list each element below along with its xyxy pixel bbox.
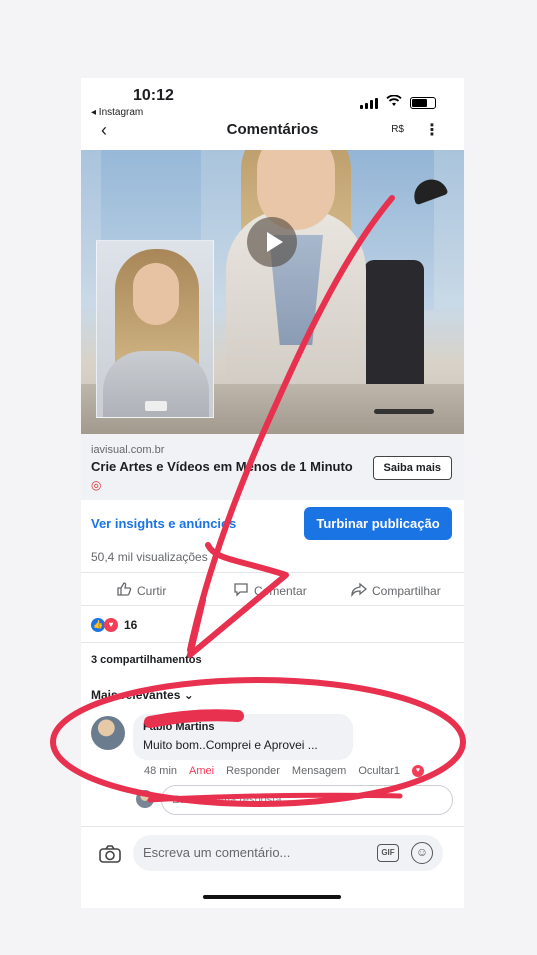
pen-shape [374, 409, 434, 414]
comment-composer: Escreva um comentário... GIF ☺ [81, 826, 464, 886]
sort-dropdown[interactable]: Mais relevantes ⌄ [91, 688, 194, 702]
commenter-avatar[interactable] [91, 716, 125, 750]
header: ‹ Comentários R$ ⋮ [81, 118, 464, 148]
reply-avatar [136, 790, 154, 808]
status-bar: 10:12 ◂ Instagram [81, 78, 464, 118]
reaction-count: 16 [124, 618, 138, 632]
ad-headline: Crie Artes e Vídeos em Menos de 1 Minuto [91, 459, 353, 474]
love-reaction-icon: ♥ [104, 618, 118, 632]
status-icons [360, 94, 436, 112]
post-actions: Curtir Comentar Compartilhar [81, 572, 464, 606]
gif-button[interactable]: GIF [377, 844, 399, 862]
share-label: Compartilhar [372, 583, 441, 598]
divider [81, 642, 464, 643]
comment-icon [233, 581, 249, 600]
currency-icon[interactable]: R$ [391, 124, 404, 135]
battery-icon [410, 97, 436, 109]
like-reaction-icon: 👍 [91, 618, 105, 632]
comment-label: Comentar [254, 583, 307, 598]
insights-link[interactable]: Ver insights e anúncios [91, 516, 236, 531]
page-title: Comentários [226, 121, 319, 138]
sort-label: Mais relevantes [91, 688, 181, 702]
camera-icon[interactable] [99, 845, 121, 868]
ad-link-card[interactable]: iavisual.com.br Crie Artes e Vídeos em M… [81, 434, 464, 500]
shares-count[interactable]: 3 compartilhamentos [91, 654, 202, 666]
share-icon [351, 581, 368, 600]
portrait-photo [96, 240, 214, 418]
comment-reaction-count: 1 [393, 765, 400, 777]
share-button[interactable]: Compartilhar [351, 581, 441, 600]
target-icon: ◎ [91, 478, 102, 492]
comment-message-button[interactable]: Mensagem [292, 765, 346, 777]
like-label: Curtir [137, 583, 167, 598]
comment-time: 48 min [144, 765, 178, 777]
comment-bubble[interactable]: Fabio Martins Muito bom..Comprei e Aprov… [133, 714, 353, 760]
comment-text: Muito bom..Comprei e Aprovei ... [143, 738, 318, 752]
signal-icon [360, 97, 378, 109]
chair-shape [364, 260, 424, 400]
ad-video[interactable] [81, 150, 464, 434]
heart-icon: ♥ [411, 765, 424, 777]
comment-author[interactable]: Fabio Martins [143, 721, 215, 733]
comment-hide-button[interactable]: Ocultar [358, 765, 393, 777]
like-button[interactable]: Curtir [116, 581, 166, 600]
comment-button[interactable]: Comentar [233, 581, 307, 600]
views-count: 50,4 mil visualizações [91, 550, 208, 564]
comment-input[interactable]: Escreva um comentário... GIF ☺ [133, 835, 443, 871]
more-options-icon[interactable]: ⋮ [424, 120, 440, 140]
ad-domain: iavisual.com.br [91, 444, 165, 456]
play-icon[interactable] [247, 217, 297, 267]
thumbs-up-icon [116, 581, 132, 600]
comment-input-placeholder: Escreva um comentário... [143, 845, 291, 860]
comment-reply-button[interactable]: Responder [226, 765, 280, 777]
emoji-icon[interactable]: ☺ [411, 842, 433, 864]
learn-more-button[interactable]: Saiba mais [372, 456, 452, 480]
wifi-icon [386, 94, 402, 112]
reply-input[interactable]: Escreva uma resposta... [161, 785, 453, 815]
comment-react-button[interactable]: Amei [189, 765, 214, 777]
phone-screen: 10:12 ◂ Instagram ‹ Comentários R$ ⋮ iav… [81, 78, 464, 908]
clock: 10:12 [133, 87, 174, 104]
comment-actions: 48 min Amei Responder Mensagem Ocultar 1… [144, 765, 424, 777]
boost-post-button[interactable]: Turbinar publicação [304, 507, 452, 540]
home-indicator [203, 895, 341, 899]
reaction-summary[interactable]: 👍 ♥ 16 [91, 618, 137, 632]
back-to-app-link[interactable]: ◂ Instagram [91, 107, 143, 118]
chevron-down-icon: ⌄ [183, 688, 194, 702]
